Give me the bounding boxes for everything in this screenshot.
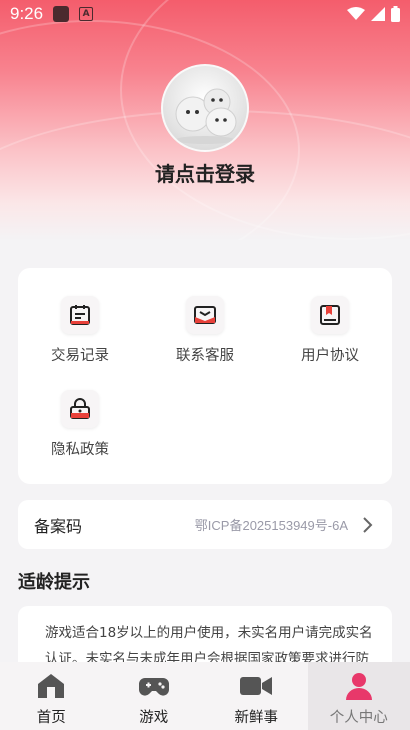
avatar[interactable] xyxy=(161,64,249,152)
menu-item-user-agreement[interactable]: 用户协议 xyxy=(275,296,385,365)
tab-home[interactable]: 首页 xyxy=(0,662,103,730)
privacy-policy-icon xyxy=(61,390,99,428)
menu-item-customer-service[interactable]: 联系客服 xyxy=(150,296,260,365)
app-notification-icon: A xyxy=(79,7,94,21)
home-icon xyxy=(35,672,67,700)
wifi-icon xyxy=(347,7,365,20)
tab-label: 新鲜事 xyxy=(234,710,279,726)
menu-label: 隐私政策 xyxy=(51,442,109,458)
gamepad-icon xyxy=(138,672,170,700)
tab-label: 首页 xyxy=(36,710,66,726)
signal-icon xyxy=(371,7,385,21)
customer-service-icon xyxy=(186,296,224,334)
login-prompt[interactable]: 请点击登录 xyxy=(0,158,410,187)
bottom-tab-bar: 首页 游戏 新鲜事 个人中心 xyxy=(0,662,410,730)
avatar-mascot-image xyxy=(175,88,237,144)
menu-card: 交易记录 联系客服 用户协议 隐私政策 xyxy=(18,268,392,484)
notification-icon xyxy=(53,6,70,22)
menu-label: 交易记录 xyxy=(51,348,109,364)
transaction-record-icon xyxy=(61,296,99,334)
battery-icon xyxy=(391,6,400,22)
menu-item-privacy-policy[interactable]: 隐私政策 xyxy=(25,390,135,459)
tab-label: 个人中心 xyxy=(329,710,388,726)
status-time: 9:26 xyxy=(10,4,44,23)
video-camera-icon xyxy=(240,672,273,700)
icp-record-row[interactable]: 备案码 鄂ICP备2025153949号-6A xyxy=(18,500,392,549)
tab-news[interactable]: 新鲜事 xyxy=(205,662,308,730)
tab-profile[interactable]: 个人中心 xyxy=(307,662,410,730)
icp-record-label: 备案码 xyxy=(34,516,83,536)
tab-games[interactable]: 游戏 xyxy=(103,662,206,730)
age-notice-title: 适龄提示 xyxy=(18,572,90,593)
tab-label: 游戏 xyxy=(139,710,169,726)
menu-label: 联系客服 xyxy=(176,348,234,364)
chevron-right-icon xyxy=(363,516,373,533)
person-icon xyxy=(343,672,375,700)
icp-record-value: 鄂ICP备2025153949号-6A xyxy=(194,518,348,533)
menu-item-transactions[interactable]: 交易记录 xyxy=(25,296,135,365)
menu-label: 用户协议 xyxy=(301,348,359,364)
user-agreement-icon xyxy=(311,296,349,334)
status-bar: 9:26 A xyxy=(0,0,410,28)
